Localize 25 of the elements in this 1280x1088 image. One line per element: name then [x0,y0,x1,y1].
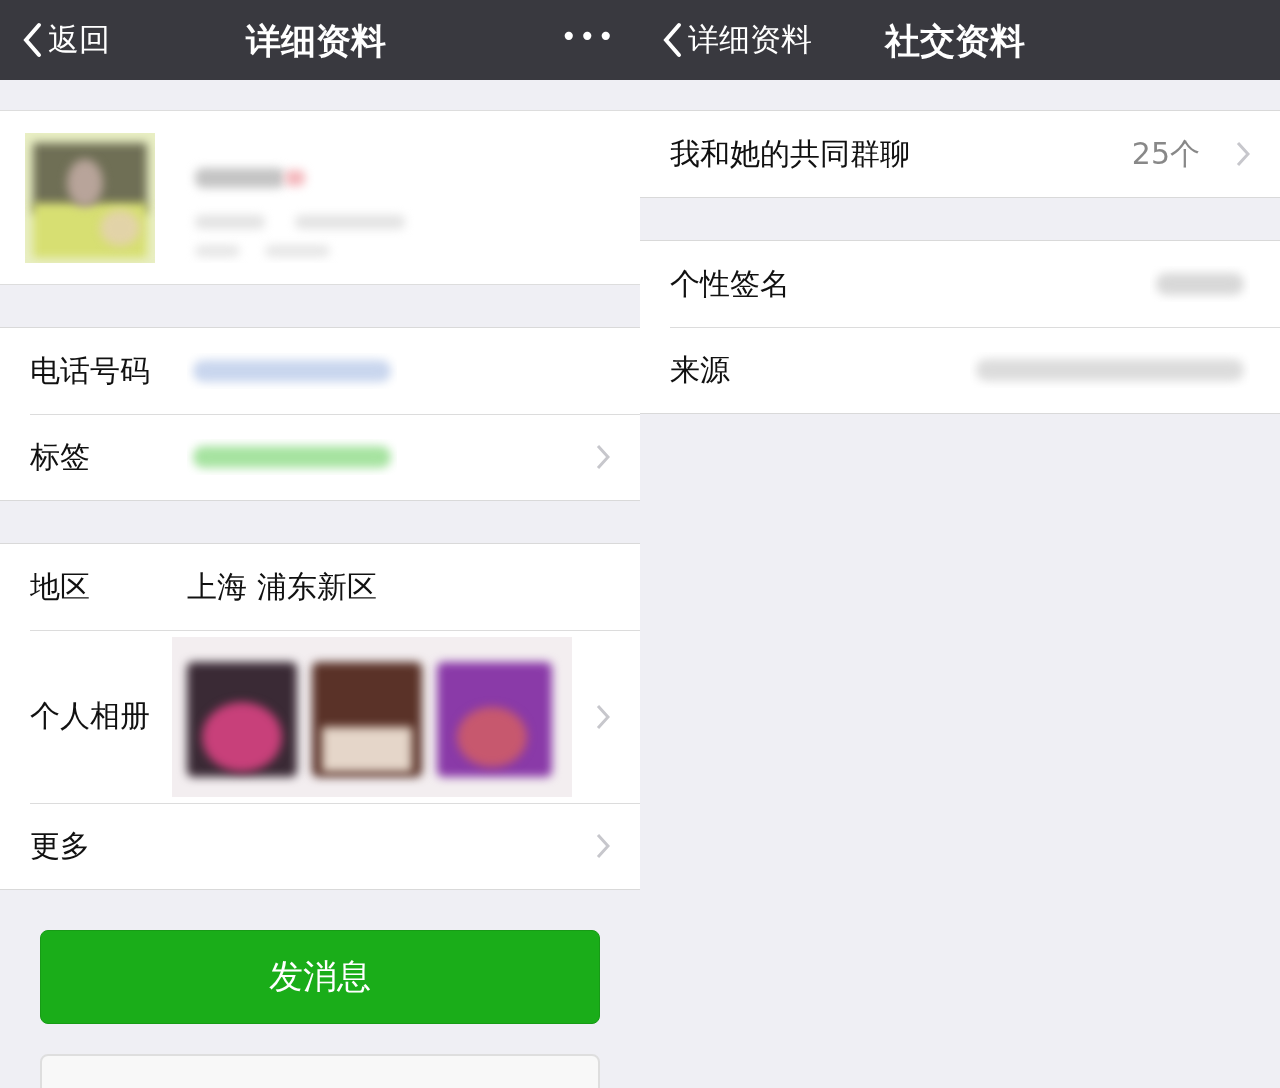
back-icon [22,22,42,58]
list-row[interactable]: 个人相册 [0,630,640,803]
row-label: 来源 [670,350,731,389]
more-button[interactable]: ••• [560,20,616,53]
list-row[interactable]: 电话号码 [0,328,640,414]
list-row[interactable]: 地区 上海 浦东新区 [0,544,640,630]
back-icon [662,22,682,58]
list-row[interactable]: 标签 [0,414,640,500]
row-label: 我和她的共同群聊 [670,134,910,173]
page-title: 详细资料 [246,20,386,63]
list-row[interactable]: 我和她的共同群聊 25个 [640,111,1280,197]
row-label: 个性签名 [670,264,791,303]
list-row[interactable]: 来源 [640,327,1280,413]
row-value: 25个 [1130,134,1200,173]
row-label: 个人相册 [30,697,151,735]
row-label: 电话号码 [30,351,151,390]
row-value: 上海 浦东新区 [187,567,378,606]
back-button[interactable]: 返回 [0,19,110,61]
page-title: 社交资料 [885,20,1025,63]
row-label: 更多 [30,826,91,865]
row-label: 地区 [30,567,91,606]
back-button[interactable]: 详细资料 [640,19,812,61]
list-row[interactable]: 个性签名 [640,241,1280,327]
list-row[interactable]: 更多 [0,803,640,889]
row-label: 标签 [30,437,91,476]
